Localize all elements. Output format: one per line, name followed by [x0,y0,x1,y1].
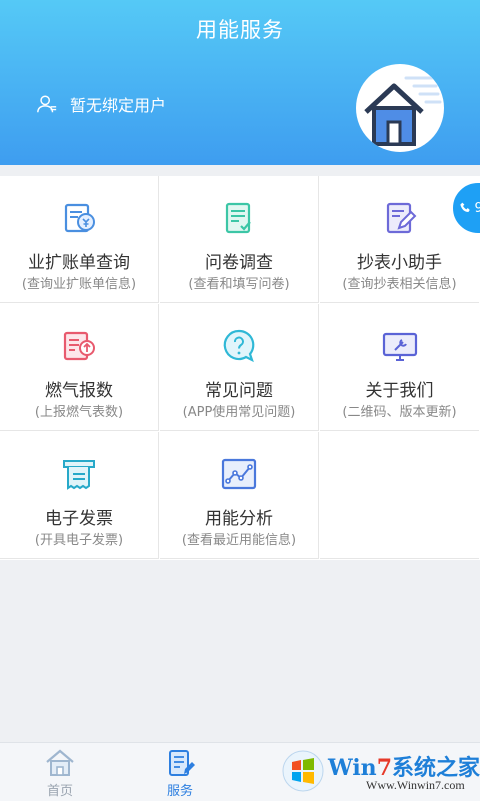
grid-item-subtitle: (查看和填写问卷) [188,277,290,292]
bind-user-row[interactable]: 暂无绑定用户 [36,92,166,116]
grid-item-subtitle: (查看最近用能信息) [181,533,297,548]
gas-report-icon [63,331,95,361]
grid-item-title: 抄表小助手 [357,253,442,273]
bill-query-icon [64,203,95,233]
grid-item-subtitle: (二维码、版本更新) [342,405,457,420]
tab-service[interactable]: 服务 [120,743,240,801]
service-grid: 业扩账单查询 (查询业扩账单信息) 问卷调查 (查看和填写问卷) 抄表小助手 (… [0,176,480,560]
page-title: 用能服务 [196,18,284,42]
grid-item-title: 关于我们 [365,381,434,401]
grid-item-e-invoice[interactable]: 电子发票 (开具电子发票) [0,432,159,559]
phone-icon [460,202,470,213]
grid-item-title: 用能分析 [205,509,273,529]
grid-item-title: 业扩账单查询 [28,253,130,273]
survey-icon [225,202,251,234]
user-icon [37,95,57,113]
home-icon [46,749,74,776]
grid-item-title: 电子发票 [45,509,113,529]
grid-item-subtitle: (查询业扩账单信息) [21,277,137,292]
watermark-url: Www.Winwin7.com [366,778,465,792]
windows-logo-icon [282,750,324,792]
grid-item-subtitle: (查询抄表相关信息) [342,277,457,292]
grid-item-title: 燃气报数 [45,381,113,401]
grid-item-about-us[interactable]: 关于我们 (二维码、版本更新) [320,304,479,431]
house-icon [356,64,444,152]
hotline-label: 96 [474,200,480,216]
grid-item-subtitle: (APP使用常见问题) [182,405,296,420]
about-us-icon [382,332,417,361]
grid-item-subtitle: (开具电子发票) [34,533,124,548]
grid-item-survey[interactable]: 问卷调查 (查看和填写问卷) [160,176,319,303]
grid-item-subtitle: (上报燃气表数) [34,405,124,420]
tab-home[interactable]: 首页 [0,743,120,801]
e-invoice-icon [63,460,95,490]
service-icon [169,750,195,776]
grid-empty-cell [320,432,479,559]
header: 用能服务 暂无绑定用户 [0,0,480,165]
grid-item-faq[interactable]: 常见问题 (APP使用常见问题) [160,304,319,431]
user-status-text: 暂无绑定用户 [70,96,167,115]
tab-service-label: 服务 [166,784,193,799]
grid-item-title: 常见问题 [205,381,273,401]
grid-item-gas-report[interactable]: 燃气报数 (上报燃气表数) [0,304,159,431]
energy-analysis-icon [221,458,257,490]
grid-item-energy-analysis[interactable]: 用能分析 (查看最近用能信息) [160,432,319,559]
tab-home-label: 首页 [46,784,73,799]
faq-icon [223,329,255,363]
grid-item-title: 问卷调查 [205,253,273,273]
meter-reading-icon [386,202,416,234]
watermark: Win7系统之家 Www.Winwin7.com [282,748,480,800]
grid-item-bill-query[interactable]: 业扩账单查询 (查询业扩账单信息) [0,176,159,303]
